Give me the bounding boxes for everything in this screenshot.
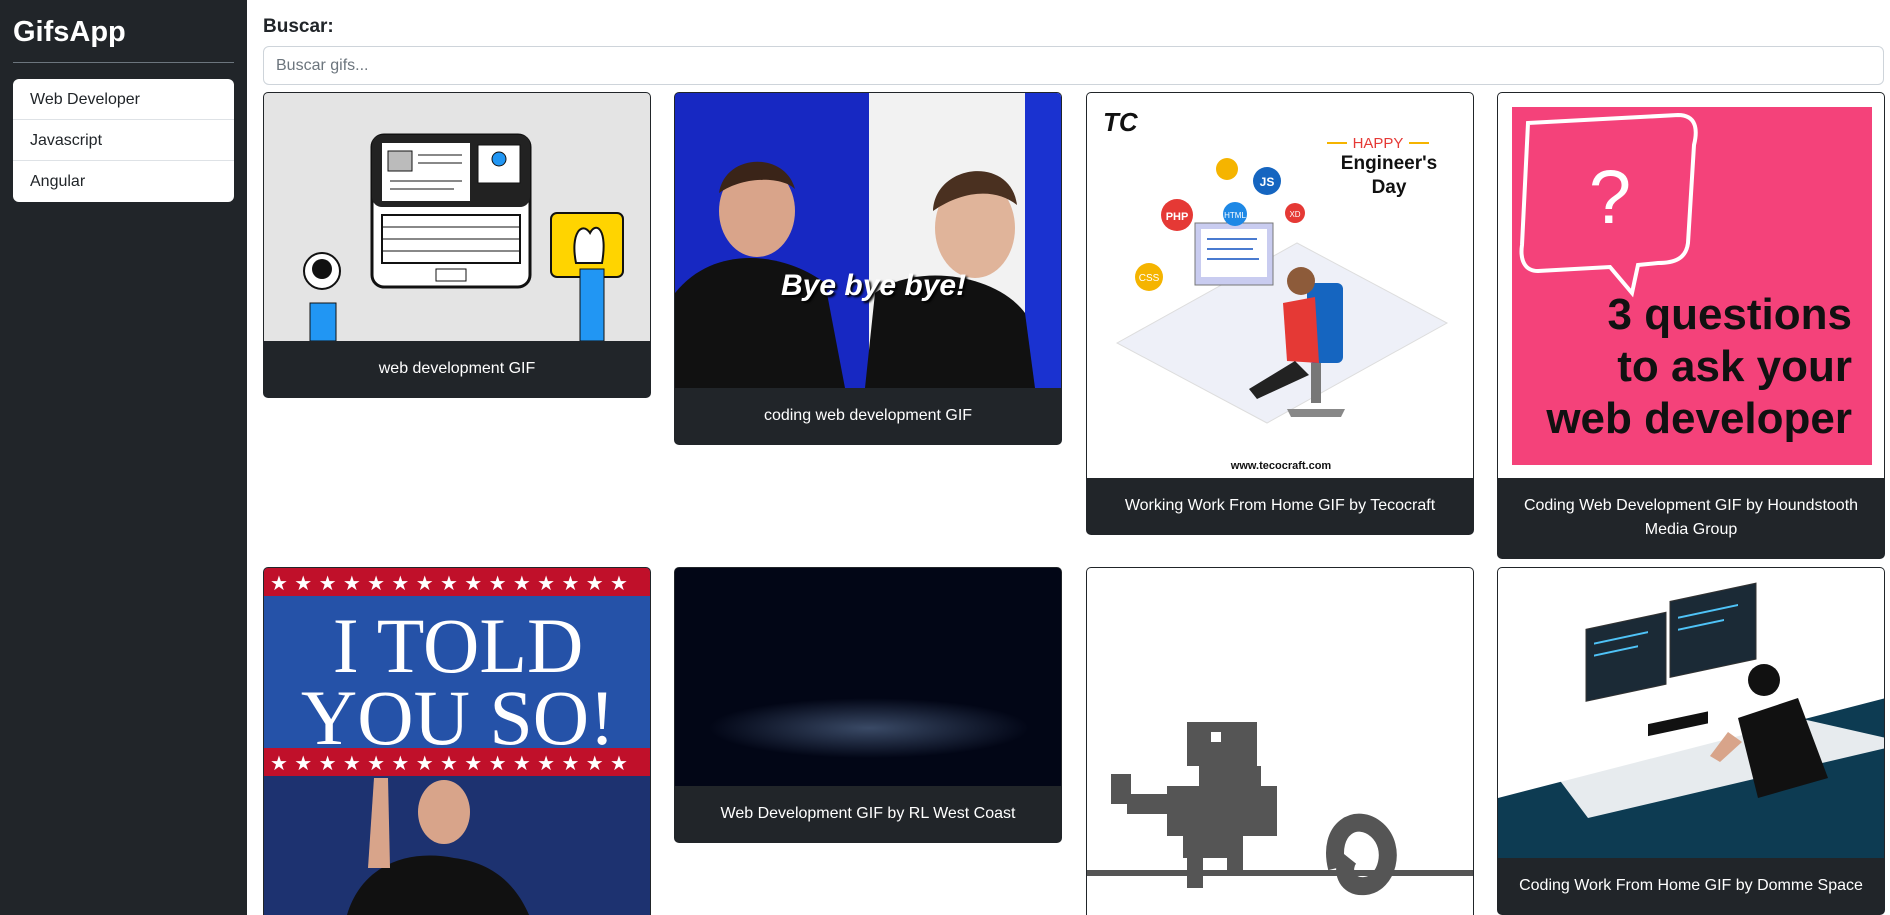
gif-card[interactable] bbox=[1086, 567, 1474, 915]
gif-card[interactable]: Web Development GIF by RL West Coast bbox=[674, 567, 1062, 843]
tecocraft-url: www.tecocraft.com bbox=[1230, 460, 1332, 472]
gif-card[interactable]: ★ ★ ★ ★ ★ ★ ★ ★ ★ ★ ★ ★ ★ ★ ★ I TOLD YOU… bbox=[263, 567, 651, 915]
gif-title: coding web development GIF bbox=[763, 407, 973, 424]
gif-image bbox=[1087, 568, 1473, 915]
history-list: Web Developer Javascript Angular bbox=[13, 79, 234, 202]
dino-sprite bbox=[1111, 722, 1277, 888]
gif-card[interactable]: web development GIF bbox=[263, 92, 651, 398]
gif-caption-text: Bye bye bye! bbox=[781, 269, 967, 302]
engineers-text: Engineer's bbox=[1341, 153, 1437, 174]
sidebar: GifsApp Web Developer Javascript Angular bbox=[0, 0, 247, 915]
html-tag: HTML bbox=[1224, 211, 1246, 220]
history-item-angular[interactable]: Angular bbox=[13, 161, 234, 202]
xd-tag: XD bbox=[1289, 210, 1300, 219]
gif-image: Bye bye bye! bbox=[675, 93, 1061, 388]
stars-bottom: ★ ★ ★ ★ ★ ★ ★ ★ ★ ★ ★ ★ ★ ★ ★ bbox=[270, 751, 628, 775]
svg-text:TC: TC bbox=[1103, 107, 1139, 137]
history-item-web-developer[interactable]: Web Developer bbox=[13, 79, 234, 120]
css-tag: CSS bbox=[1139, 273, 1160, 284]
questions-line-1: 3 questions bbox=[1608, 290, 1853, 339]
app-brand: GifsApp bbox=[13, 14, 234, 63]
gif-title: web development GIF bbox=[378, 360, 536, 377]
gif-card[interactable]: Coding Work From Home GIF by Domme Space bbox=[1497, 567, 1885, 915]
php-tag: PHP bbox=[1166, 211, 1189, 223]
gif-title: Web Development GIF by RL West Coast bbox=[720, 805, 1016, 822]
questions-line-3: web developer bbox=[1545, 394, 1852, 443]
gif-image: ? 3 questions to ask your web developer bbox=[1498, 93, 1884, 478]
gif-image bbox=[1498, 568, 1884, 858]
gif-grid: web development GIF Bye bye bye! coding … bbox=[263, 92, 1885, 915]
app-root: GifsApp Web Developer Javascript Angular… bbox=[0, 0, 1890, 915]
gif-card[interactable]: ? 3 questions to ask your web developer … bbox=[1497, 92, 1885, 559]
js-tag: JS bbox=[1260, 175, 1275, 189]
gif-image bbox=[264, 93, 650, 341]
history-item-javascript[interactable]: Javascript bbox=[13, 120, 234, 161]
main-content: Buscar: Buscar gifs... web development G… bbox=[247, 0, 1890, 915]
questions-line-2: to ask your bbox=[1617, 342, 1852, 391]
told-line-2: YOU SO! bbox=[301, 674, 615, 761]
stars-top: ★ ★ ★ ★ ★ ★ ★ ★ ★ ★ ★ ★ ★ ★ ★ bbox=[270, 571, 628, 595]
gif-image bbox=[675, 568, 1061, 786]
gif-title: Working Work From Home GIF by Tecocraft bbox=[1124, 497, 1436, 514]
gif-image: TC HAPPY Engineer's Day PHP HTML JS CSS … bbox=[1087, 93, 1473, 478]
gif-title: Coding Web Development GIF by Houndstoot… bbox=[1523, 497, 1859, 538]
gif-card[interactable]: TC HAPPY Engineer's Day PHP HTML JS CSS … bbox=[1086, 92, 1474, 535]
search-input[interactable] bbox=[263, 46, 1884, 85]
happy-text: HAPPY bbox=[1353, 135, 1404, 152]
gif-title: Coding Work From Home GIF by Domme Space bbox=[1519, 877, 1863, 894]
svg-text:★ ★ ★ ★ ★ ★ ★ ★ ★ ★ ★ ★ ★ ★ ★: ★ ★ ★ ★ ★ ★ ★ ★ ★ ★ ★ ★ ★ ★ ★ bbox=[270, 571, 628, 595]
gif-image: ★ ★ ★ ★ ★ ★ ★ ★ ★ ★ ★ ★ ★ ★ ★ I TOLD YOU… bbox=[264, 568, 650, 915]
gif-card[interactable]: Bye bye bye! coding web development GIF bbox=[674, 92, 1062, 445]
question-mark: ? bbox=[1589, 155, 1631, 240]
day-text: Day bbox=[1372, 177, 1407, 198]
search-label: Buscar: bbox=[263, 16, 334, 37]
